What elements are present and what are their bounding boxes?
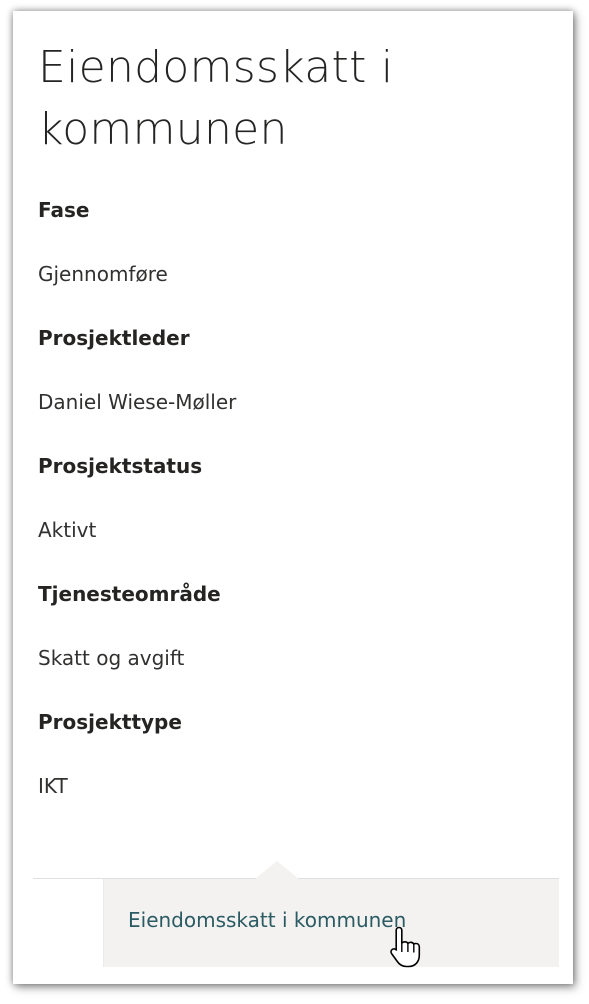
field-value-prosjektleder: Daniel Wiese-Møller [38,390,237,414]
field-label-prosjektstatus: Prosjektstatus [38,454,203,478]
footer-left-panel [33,879,104,967]
page-title: Eiendomsskatt i kommunen [38,42,394,155]
project-info-card: Eiendomsskatt i kommunen Fase Gjennomfør… [13,11,573,984]
field-value-prosjektstatus: Aktivt [38,518,97,542]
field-value-tjenesteomrade: Skatt og avgift [38,646,185,670]
card-footer: Eiendomsskatt i kommunen [33,861,559,967]
hand-pointer-icon [390,926,421,968]
field-label-prosjektleder: Prosjektleder [38,326,190,350]
field-value-fase: Gjennomføre [38,262,168,286]
field-label-fase: Fase [38,198,90,222]
field-label-tjenesteomrade: Tjenesteområde [38,582,221,606]
project-link[interactable]: Eiendomsskatt i kommunen [128,908,406,932]
footer-notch [255,861,299,879]
field-label-prosjekttype: Prosjekttype [38,710,182,734]
field-value-prosjekttype: IKT [38,774,68,798]
